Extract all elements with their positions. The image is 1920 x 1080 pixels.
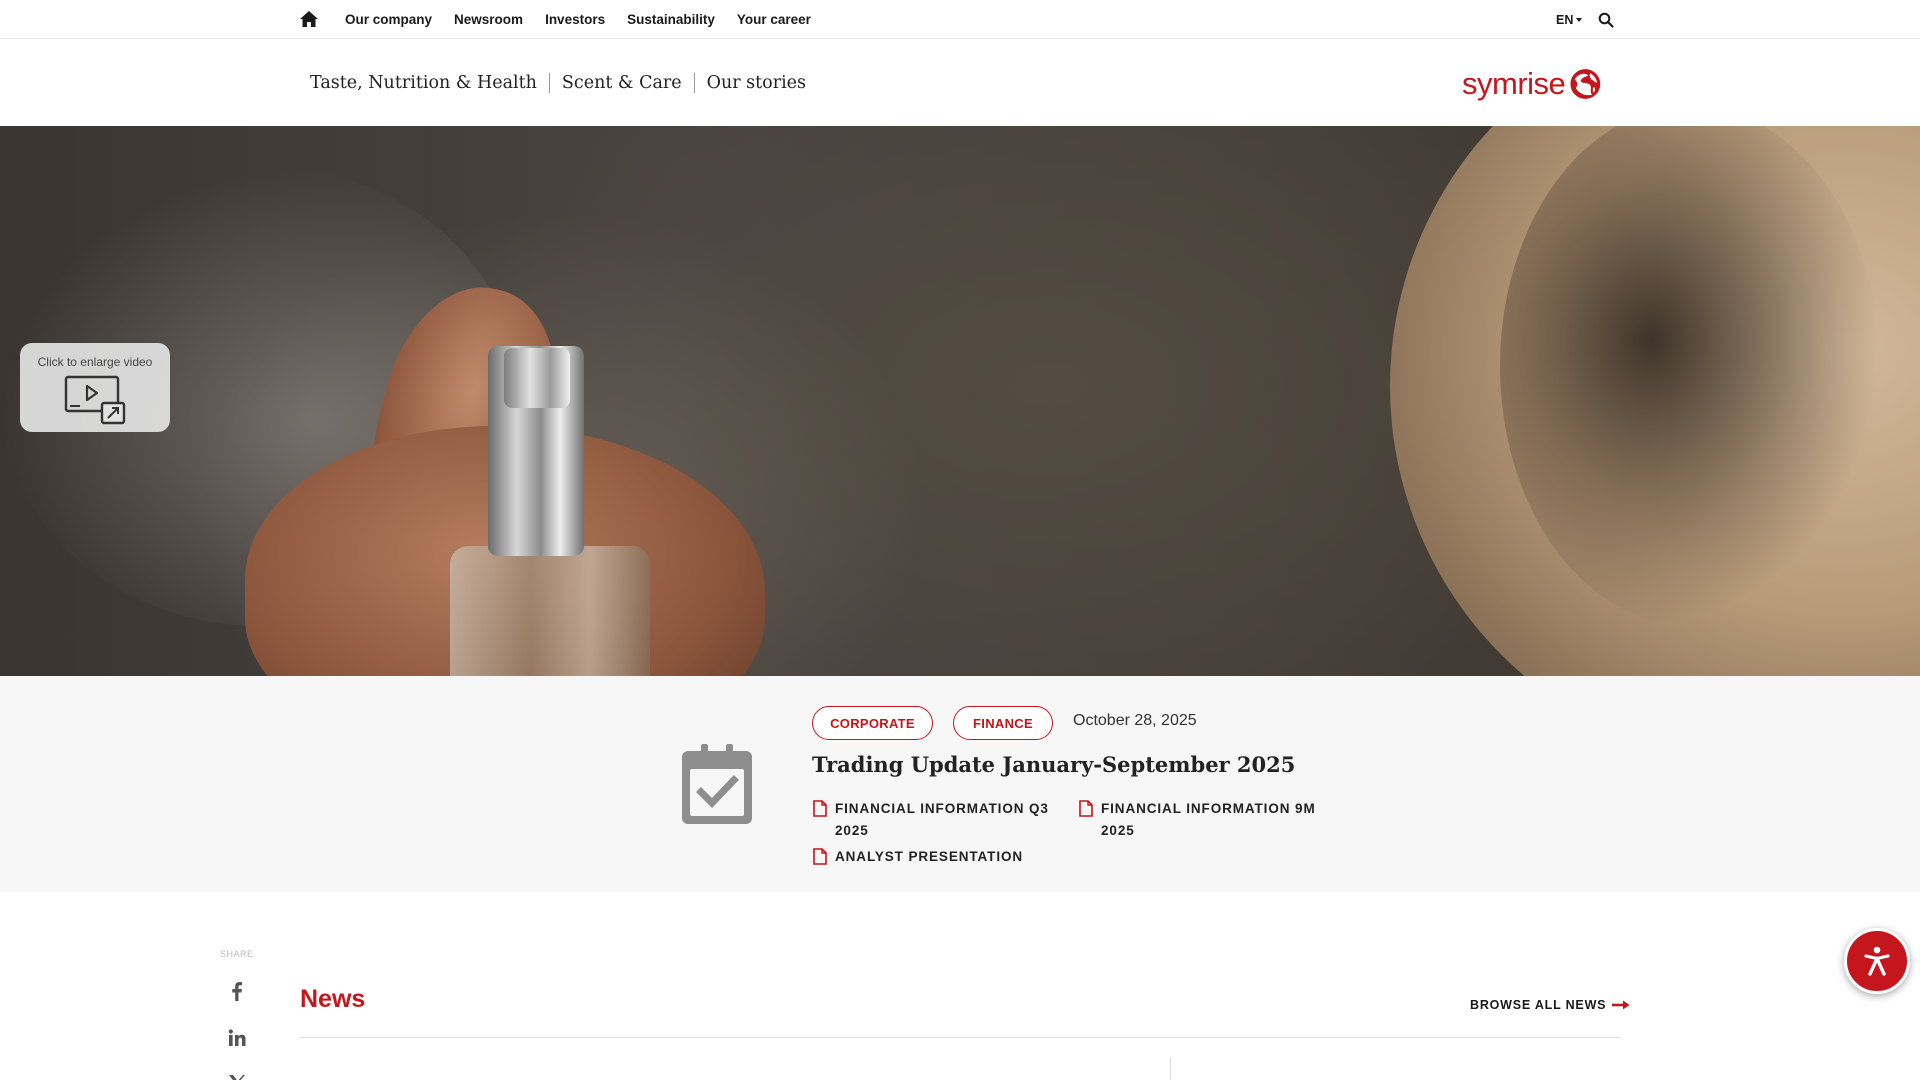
accessibility-button[interactable] <box>1844 928 1910 994</box>
nav-divider <box>548 73 550 93</box>
linkedin-icon[interactable] <box>226 1027 248 1049</box>
teaser-date: October 28, 2025 <box>1073 712 1197 729</box>
share-label: SHARE <box>220 949 254 959</box>
arrow-right-icon <box>1612 1000 1630 1010</box>
top-nav: Our company Newsroom Investors Sustainab… <box>345 0 833 39</box>
search-icon[interactable] <box>1598 12 1614 28</box>
symrise-logo[interactable]: symrise <box>1462 62 1602 106</box>
language-code: EN <box>1556 13 1574 27</box>
page: Our company Newsroom Investors Sustainab… <box>0 0 1920 1080</box>
enlarge-video-button[interactable]: Click to enlarge video <box>20 343 170 432</box>
tag-corporate[interactable]: CORPORATE <box>812 706 933 740</box>
top-nav-sustainability[interactable]: Sustainability <box>627 12 715 27</box>
hero-bottle-cap-top <box>504 348 570 408</box>
tag-finance[interactable]: FINANCE <box>953 706 1053 740</box>
top-utility-bar: Our company Newsroom Investors Sustainab… <box>0 0 1920 39</box>
teaser-title[interactable]: Trading Update January-September 2025 <box>812 752 1295 777</box>
home-icon[interactable] <box>299 10 319 28</box>
hero-perfume-bottle <box>450 546 650 676</box>
logo-globe-icon <box>1570 69 1601 99</box>
top-nav-our-company[interactable]: Our company <box>345 12 432 27</box>
caret-down-icon <box>1576 18 1583 22</box>
enlarge-video-icon <box>64 375 126 425</box>
main-nav-our-stories[interactable]: Our stories <box>707 73 806 93</box>
main-nav: Taste, Nutrition & Health Scent & Care O… <box>310 40 806 126</box>
document-label: ANALYST PRESENTATION <box>835 849 1024 864</box>
document-label: FINANCIAL INFORMATION Q3 2025 <box>835 801 1049 838</box>
document-label: FINANCIAL INFORMATION 9M 2025 <box>1101 801 1316 838</box>
main-nav-scent-care[interactable]: Scent & Care <box>562 73 682 93</box>
x-icon[interactable] <box>226 1072 248 1080</box>
document-icon <box>813 848 827 865</box>
news-heading: News <box>300 985 366 1013</box>
top-nav-your-career[interactable]: Your career <box>737 12 811 27</box>
download-analyst-presentation[interactable]: ANALYST PRESENTATION <box>813 846 1113 868</box>
main-nav-bar: Taste, Nutrition & Health Scent & Care O… <box>0 40 1920 126</box>
language-selector[interactable]: EN <box>1556 13 1583 27</box>
news-column-divider <box>1170 1058 1171 1080</box>
facebook-icon[interactable] <box>226 980 248 1002</box>
calendar-check-icon <box>682 744 752 824</box>
logo-wordmark: symrise <box>1462 66 1566 101</box>
document-icon <box>813 800 827 817</box>
hero-video[interactable] <box>0 126 1920 676</box>
document-icon <box>1079 800 1093 817</box>
top-nav-investors[interactable]: Investors <box>545 12 605 27</box>
hero-shadow <box>1500 126 1880 626</box>
news-divider <box>300 1037 1620 1038</box>
accessibility-icon <box>1864 946 1890 976</box>
download-financial-information-9m[interactable]: FINANCIAL INFORMATION 9M 2025 <box>1079 798 1339 842</box>
top-nav-newsroom[interactable]: Newsroom <box>454 12 523 27</box>
main-nav-taste-nutrition-health[interactable]: Taste, Nutrition & Health <box>310 73 537 93</box>
browse-all-news-link[interactable]: BROWSE ALL NEWS <box>1470 998 1630 1012</box>
nav-divider <box>693 73 695 93</box>
enlarge-video-label: Click to enlarge video <box>37 355 153 369</box>
download-financial-information-q3[interactable]: FINANCIAL INFORMATION Q3 2025 <box>813 798 1053 842</box>
browse-all-news-label: BROWSE ALL NEWS <box>1470 998 1607 1012</box>
